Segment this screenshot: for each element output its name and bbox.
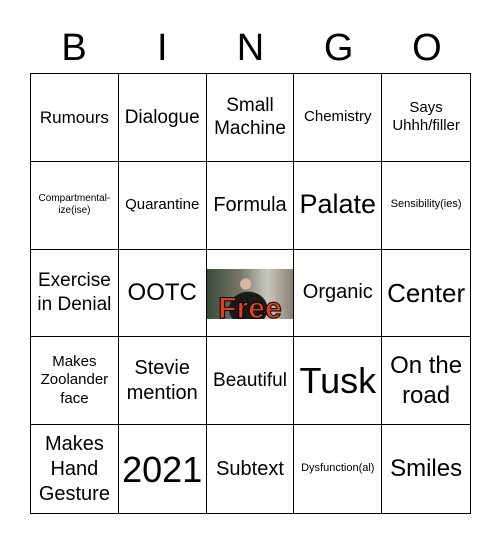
bingo-cell[interactable]: OOTC [118, 249, 207, 338]
bingo-grid: Rumours Dialogue Small Machine Chemistry… [30, 73, 471, 514]
bingo-cell[interactable]: Dialogue [118, 74, 207, 162]
bingo-cell[interactable]: Makes Zoolander face [31, 337, 119, 426]
bingo-cell[interactable]: Tusk [294, 337, 383, 426]
bingo-cell[interactable]: Sensibility(ies) [382, 162, 470, 250]
bingo-cell[interactable]: Beautiful [206, 337, 295, 426]
header-letter: O [412, 27, 442, 69]
bingo-cell[interactable]: Exercise in Denial [31, 249, 119, 338]
bingo-cell[interactable]: Smiles [382, 425, 470, 513]
header-letter: I [157, 27, 168, 69]
bingo-cell[interactable]: Small Machine [206, 74, 295, 162]
header-letter: B [61, 27, 87, 69]
bingo-cell[interactable]: Subtext [207, 425, 295, 513]
bingo-cell[interactable]: Center [382, 250, 470, 338]
bingo-cell[interactable]: Compartmental-ize(ise) [31, 161, 119, 250]
bingo-cell[interactable]: 2021 [119, 425, 207, 513]
bingo-cell[interactable]: Makes Hand Gesture [31, 425, 119, 513]
bingo-cell[interactable]: On the road [382, 337, 470, 426]
bingo-cell[interactable]: Stevie mention [118, 337, 207, 426]
bingo-cell[interactable]: Dysfunction(al) [294, 425, 383, 513]
bingo-cell[interactable]: Says Uhhh/filler [382, 74, 470, 162]
header-letter: G [323, 27, 354, 69]
header-letter: N [236, 27, 265, 69]
bingo-cell[interactable]: Palate [294, 161, 383, 250]
bingo-header: B I N G O [30, 26, 471, 70]
free-label: Free [218, 292, 282, 326]
bingo-cell[interactable]: Formula [206, 161, 295, 250]
bingo-cell[interactable]: Rumours [31, 74, 119, 162]
free-space[interactable]: Free [206, 249, 295, 338]
bingo-cell[interactable]: Quarantine [118, 161, 207, 250]
bingo-cell[interactable]: Organic [294, 249, 383, 338]
bingo-cell[interactable]: Chemistry [294, 74, 383, 162]
